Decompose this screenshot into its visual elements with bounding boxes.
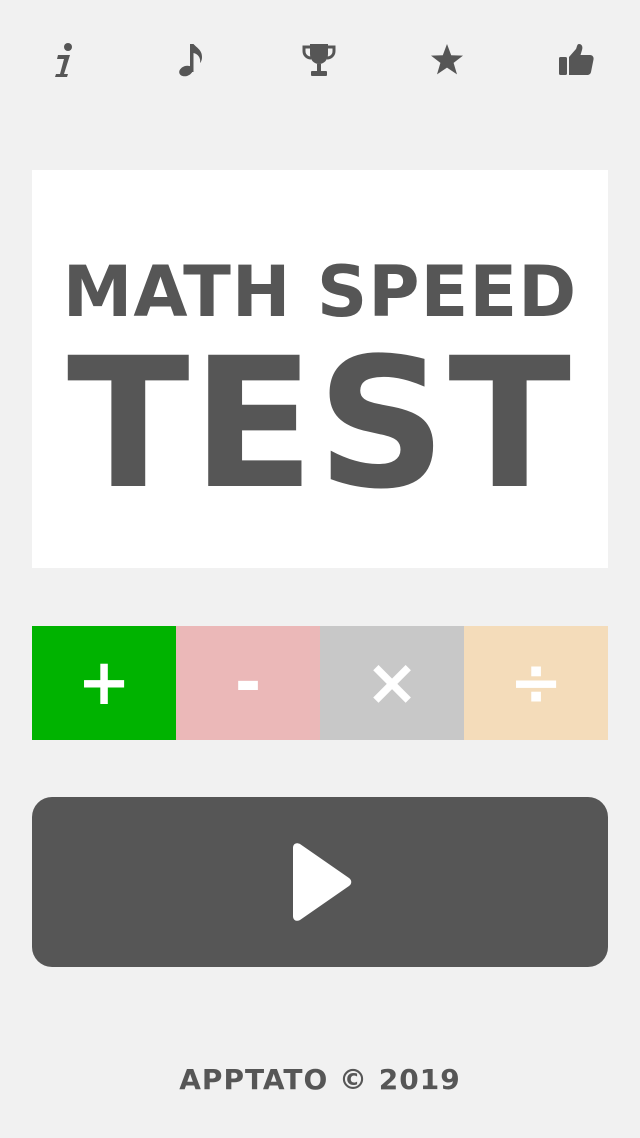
division-button[interactable]: ÷ bbox=[464, 626, 608, 740]
copyright-footer: APPTATO © 2019 bbox=[179, 1063, 461, 1096]
play-icon bbox=[293, 843, 352, 921]
subtraction-button[interactable]: - bbox=[176, 626, 320, 740]
star-icon bbox=[431, 44, 463, 75]
trophy-icon bbox=[302, 44, 336, 76]
like-button[interactable] bbox=[546, 30, 606, 90]
top-toolbar bbox=[0, 30, 640, 90]
addition-button[interactable]: + bbox=[32, 626, 176, 740]
music-note-icon bbox=[179, 44, 202, 77]
music-button[interactable] bbox=[161, 30, 221, 90]
multiplication-button[interactable]: × bbox=[320, 626, 464, 740]
title-line-2: TEST bbox=[66, 320, 574, 529]
leaderboard-button[interactable] bbox=[289, 30, 349, 90]
operation-selector: + - × ÷ bbox=[32, 626, 608, 740]
thumbs-up-icon bbox=[559, 44, 594, 75]
rate-button[interactable] bbox=[417, 30, 477, 90]
play-button[interactable] bbox=[32, 797, 608, 967]
info-button[interactable] bbox=[34, 30, 94, 90]
info-icon bbox=[55, 43, 72, 77]
